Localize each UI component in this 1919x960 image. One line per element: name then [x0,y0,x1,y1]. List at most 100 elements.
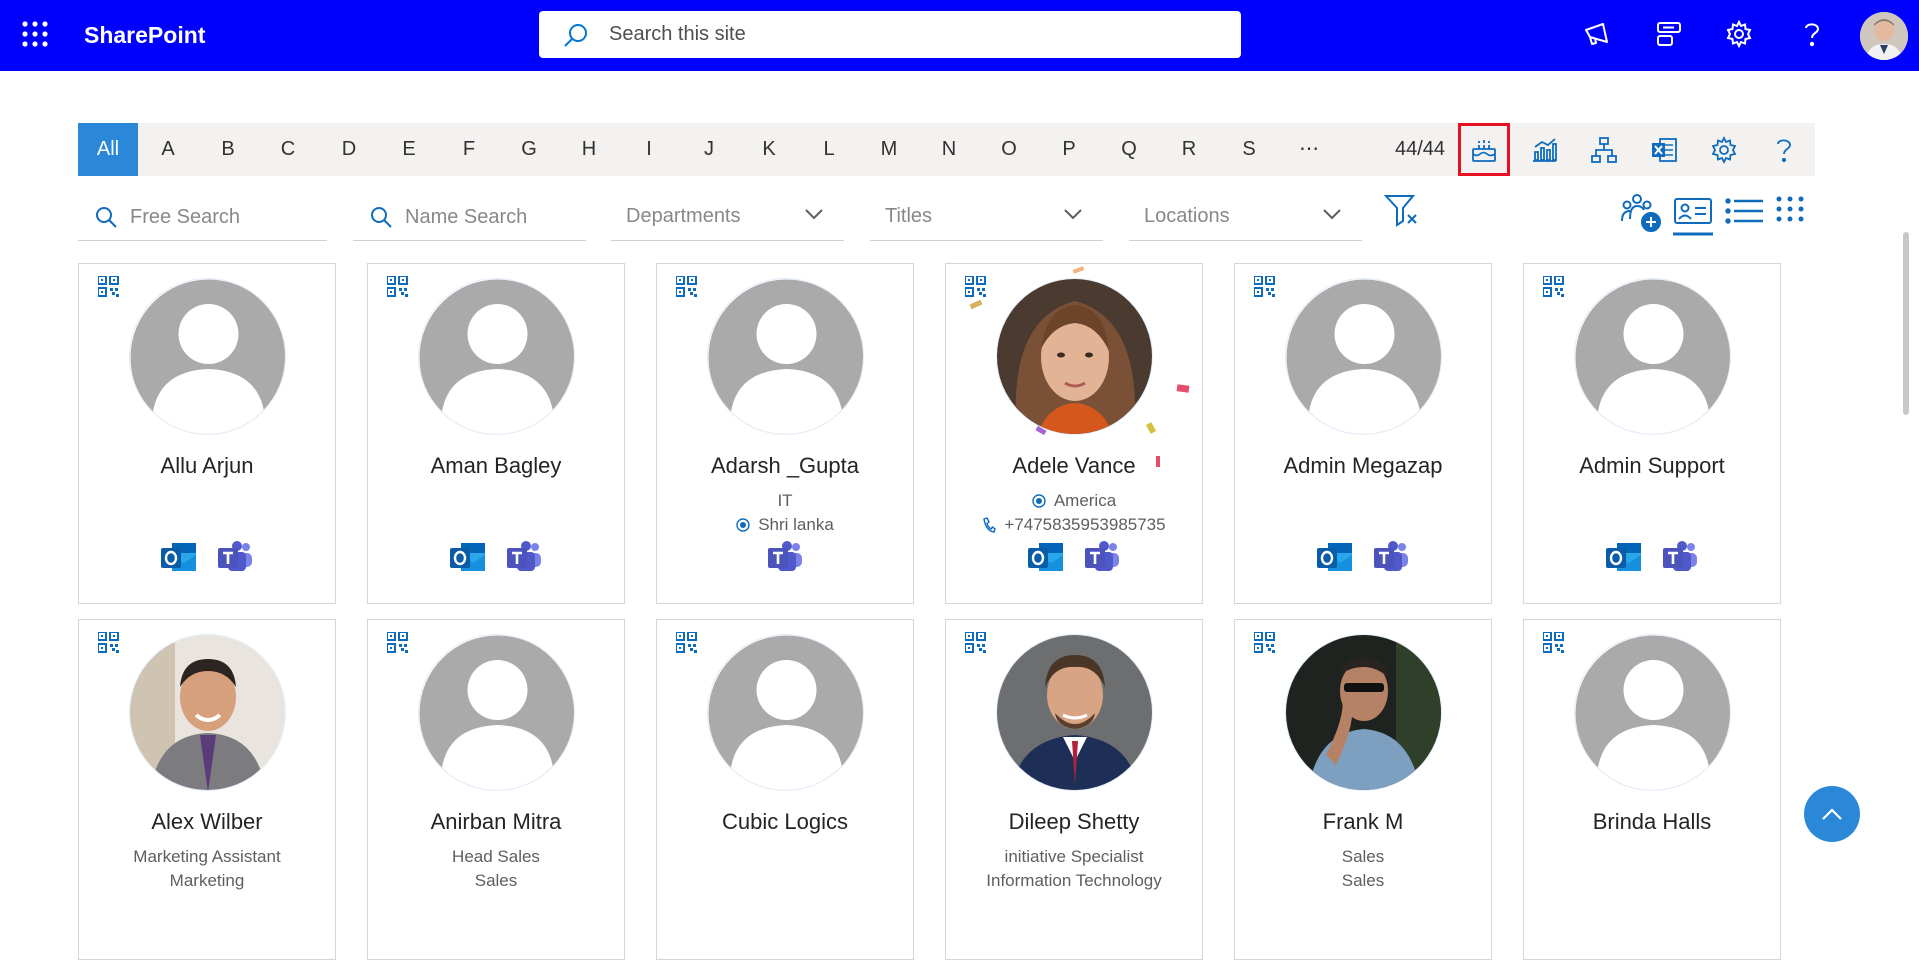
profile-photo [418,634,575,791]
letter-p[interactable]: P [1039,123,1099,176]
person-name[interactable]: Dileep Shetty [946,809,1202,835]
add-people-icon[interactable] [1620,191,1664,235]
back-to-top-button[interactable] [1804,786,1860,842]
site-search-box[interactable] [539,11,1241,58]
free-search-input[interactable] [130,201,300,233]
person-card[interactable]: Aman Bagley [367,263,625,604]
letter-k[interactable]: K [739,123,799,176]
teams-icon[interactable] [505,539,543,575]
chevron-down-icon [1064,209,1082,220]
titles-dropdown[interactable]: Titles [870,193,1103,241]
person-card[interactable]: Dileep Shetty initiative Specialist Inform… [945,619,1203,960]
site-search-input[interactable] [609,11,1209,58]
qr-code-icon[interactable] [1543,276,1565,298]
person-name[interactable]: Anirban Mitra [368,809,624,835]
person-card[interactable]: Allu Arjun [78,263,336,604]
grid-view-icon[interactable] [1775,191,1805,231]
birthday-cake-icon[interactable] [1458,123,1510,176]
teams-icon[interactable] [1083,539,1121,575]
person-name[interactable]: Frank M [1235,809,1491,835]
teams-icon[interactable] [216,539,254,575]
person-card[interactable]: Alex Wilber Marketing Assistant Marketing [78,619,336,960]
person-name[interactable]: Alex Wilber [79,809,335,835]
outlook-icon[interactable] [1316,539,1354,575]
user-avatar[interactable] [1860,12,1908,60]
megaphone-icon[interactable] [1580,17,1614,51]
letter-d[interactable]: D [319,123,379,176]
letter-s[interactable]: S [1219,123,1279,176]
clear-filter-icon[interactable] [1383,193,1423,229]
gear-icon[interactable] [1722,17,1756,51]
letter-b[interactable]: B [198,123,258,176]
qr-code-icon[interactable] [965,276,987,298]
person-name[interactable]: Aman Bagley [368,453,624,479]
person-card[interactable]: Cubic Logics [656,619,914,960]
person-card[interactable]: Adarsh _Gupta IT Shri lanka [656,263,914,604]
person-card[interactable]: Admin Support [1523,263,1781,604]
letter-g[interactable]: G [499,123,559,176]
vertical-scrollbar[interactable] [1903,232,1909,415]
letter-a[interactable]: A [138,123,198,176]
list-view-icon[interactable] [1725,191,1765,231]
card-view-icon[interactable] [1673,191,1713,237]
teams-icon[interactable] [1372,539,1410,575]
chat-icon[interactable] [1652,17,1686,51]
letter-o[interactable]: O [979,123,1039,176]
outlook-icon[interactable] [160,539,198,575]
app-launcher-icon[interactable] [22,21,48,47]
qr-code-icon[interactable] [387,632,409,654]
qr-code-icon[interactable] [387,276,409,298]
letter-l[interactable]: L [799,123,859,176]
person-name[interactable]: Adarsh _Gupta [657,453,913,479]
teams-icon[interactable] [766,539,804,575]
letter-m[interactable]: M [859,123,919,176]
letter-h[interactable]: H [559,123,619,176]
person-card[interactable]: Admin Megazap [1234,263,1492,604]
outlook-icon[interactable] [449,539,487,575]
person-name[interactable]: Adele Vance [946,453,1202,479]
letter-n[interactable]: N [919,123,979,176]
qr-code-icon[interactable] [1254,632,1276,654]
qr-code-icon[interactable] [1543,632,1565,654]
qr-code-icon[interactable] [676,632,698,654]
analytics-icon[interactable] [1518,123,1570,176]
letter-r[interactable]: R [1159,123,1219,176]
letter-all[interactable]: All [78,123,138,176]
name-search-field[interactable] [353,193,586,241]
settings-icon[interactable] [1698,123,1750,176]
free-search-field[interactable] [78,193,327,241]
letter-e[interactable]: E [379,123,439,176]
org-chart-icon[interactable] [1578,123,1630,176]
qr-code-icon[interactable] [98,632,120,654]
more-letters-button[interactable]: ⋯ [1279,123,1339,176]
letter-j[interactable]: J [679,123,739,176]
qr-code-icon[interactable] [676,276,698,298]
teams-icon[interactable] [1661,539,1699,575]
person-card[interactable]: Frank M Sales Sales [1234,619,1492,960]
help-icon[interactable] [1795,17,1829,51]
alphabet-filter-bar: All A B C D E F G H I J K L M N O P Q R … [78,123,1815,176]
qr-code-icon[interactable] [98,276,120,298]
departments-dropdown[interactable]: Departments [611,193,844,241]
letter-c[interactable]: C [258,123,318,176]
letter-q[interactable]: Q [1099,123,1159,176]
help-icon[interactable] [1758,123,1810,176]
person-card[interactable]: Anirban Mitra Head Sales Sales [367,619,625,960]
letter-i[interactable]: I [619,123,679,176]
person-card[interactable]: Brinda Halls [1523,619,1781,960]
qr-code-icon[interactable] [965,632,987,654]
person-name[interactable]: Cubic Logics [657,809,913,835]
locations-dropdown[interactable]: Locations [1129,193,1362,241]
person-name[interactable]: Admin Support [1524,453,1780,479]
person-card[interactable]: Adele Vance America +7475835953985735 [945,263,1203,604]
person-name[interactable]: Brinda Halls [1524,809,1780,835]
excel-export-icon[interactable] [1638,123,1690,176]
name-search-input[interactable] [405,201,575,233]
letter-f[interactable]: F [439,123,499,176]
person-name[interactable]: Allu Arjun [79,453,335,479]
app-name[interactable]: SharePoint [84,22,205,49]
qr-code-icon[interactable] [1254,276,1276,298]
outlook-icon[interactable] [1027,539,1065,575]
outlook-icon[interactable] [1605,539,1643,575]
person-name[interactable]: Admin Megazap [1235,453,1491,479]
